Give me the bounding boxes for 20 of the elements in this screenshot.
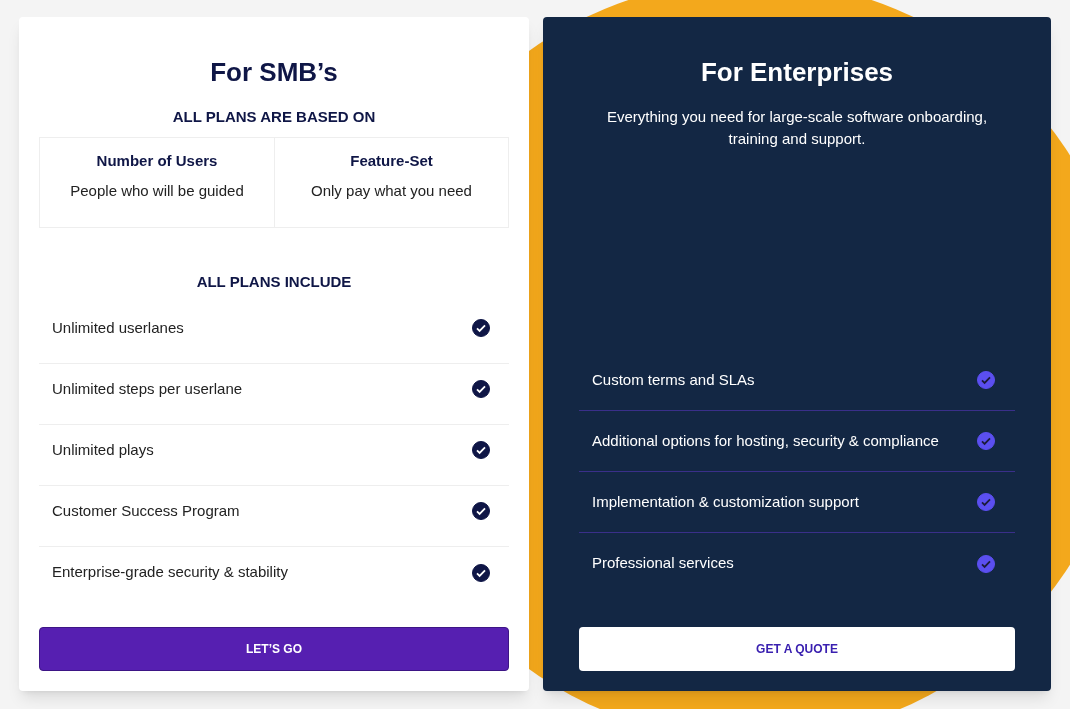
- feature-label: Custom terms and SLAs: [592, 369, 755, 390]
- feature-label: Implementation & customization support: [592, 491, 859, 512]
- feature-label: Professional services: [592, 553, 734, 574]
- feature-label: Customer Success Program: [52, 500, 240, 521]
- feature-label: Enterprise-grade security & stability: [52, 562, 288, 583]
- factor-description: People who will be guided: [70, 181, 244, 201]
- card-title: For SMB’s: [209, 56, 339, 89]
- card-description: Everything you need for large-scale software onboarding, training and support.: [605, 107, 989, 149]
- card-title: For Enterprises: [699, 56, 895, 89]
- factor-title: Feature-Set: [350, 150, 433, 171]
- factor-title: Number of Users: [96, 150, 218, 171]
- feature-label: Unlimited plays: [52, 439, 154, 460]
- feature-label: Additional options for hosting, security & compliance: [592, 430, 939, 451]
- section-heading: ALL PLANS ARE BASED ON: [171, 107, 377, 127]
- feature-label: Unlimited userlanes: [52, 317, 184, 338]
- get-a-quote-button[interactable]: GET A QUOTE: [579, 627, 1015, 671]
- feature-label: Unlimited steps per userlane: [52, 378, 243, 399]
- lets-go-button[interactable]: LET’S GO: [39, 627, 509, 671]
- factor-description: Only pay what you need: [311, 181, 472, 201]
- section-heading: ALL PLANS INCLUDE: [195, 271, 353, 292]
